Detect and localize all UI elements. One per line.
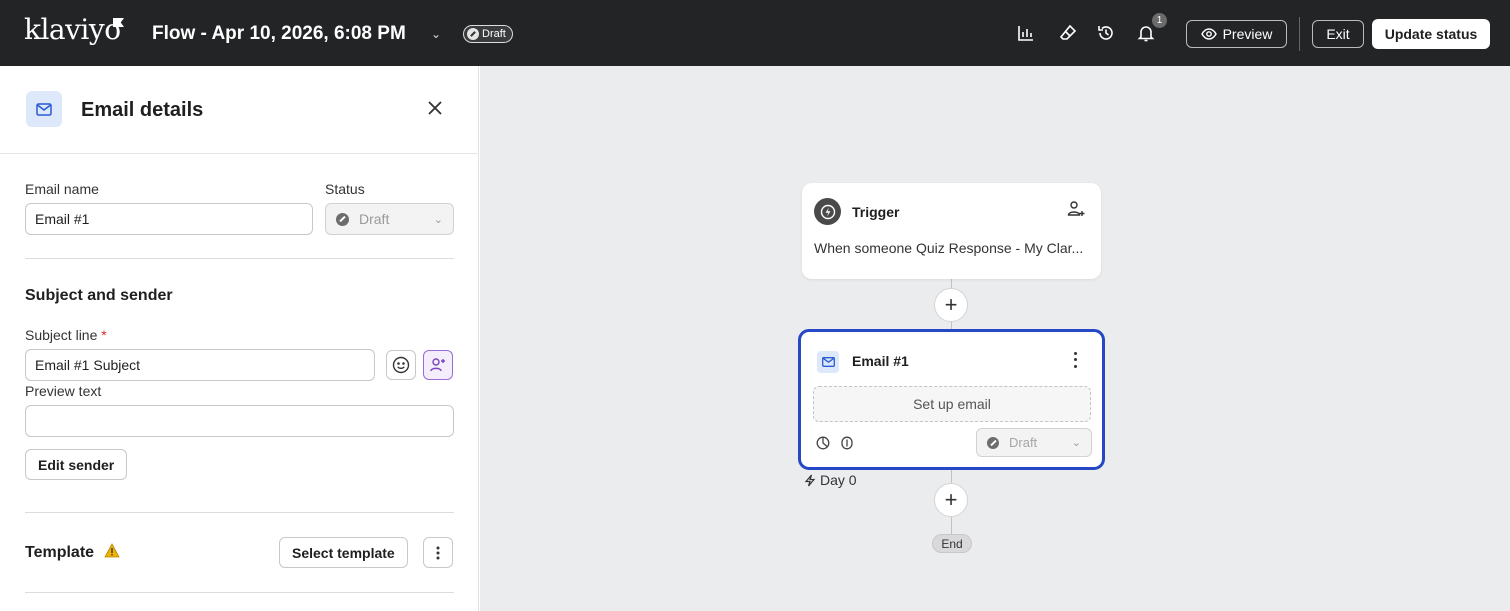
klaviyo-logo[interactable]: klaviyo	[24, 13, 121, 46]
exit-button[interactable]: Exit	[1312, 20, 1364, 48]
preview-button[interactable]: Preview	[1186, 20, 1287, 48]
preview-text-label: Preview text	[25, 383, 102, 399]
update-status-button[interactable]: Update status	[1372, 19, 1490, 49]
emoji-icon	[392, 356, 410, 374]
ai-personalize-button[interactable]	[423, 350, 453, 380]
top-bar: klaviyo Flow - Apr 10, 2026, 6:08 PM ⌄ D…	[0, 0, 1510, 66]
emoji-button[interactable]	[386, 350, 416, 380]
delay-text: Day 0	[820, 472, 857, 488]
eraser-icon[interactable]	[1058, 23, 1078, 43]
subject-line-input[interactable]: Email #1 Subject	[25, 349, 375, 381]
email-icon	[817, 351, 839, 373]
analytics-icon[interactable]	[1016, 23, 1036, 43]
add-step-button[interactable]: +	[934, 288, 968, 322]
eye-icon	[1200, 28, 1217, 40]
panel-header: Email details	[0, 66, 478, 154]
required-mark: *	[101, 327, 107, 343]
notification-bell-icon[interactable]	[1136, 23, 1156, 43]
email-node[interactable]: Email #1 Set up email Draft ⌄	[798, 329, 1105, 470]
status-select-value: Draft	[359, 211, 390, 227]
toolbar-divider	[1299, 17, 1300, 51]
warning-icon	[104, 543, 120, 558]
divider	[25, 258, 454, 259]
analytics-chart-icon[interactable]	[816, 436, 830, 450]
email-name-input[interactable]: Email #1	[25, 203, 313, 235]
edit-sender-button[interactable]: Edit sender	[25, 449, 128, 480]
preview-text-input[interactable]	[25, 405, 454, 437]
notification-count-badge: 1	[1152, 13, 1167, 28]
status-select[interactable]: Draft ⌄	[325, 203, 454, 235]
delay-label: Day 0	[804, 472, 857, 488]
add-user-icon[interactable]	[1066, 199, 1086, 219]
preview-button-label: Preview	[1222, 26, 1273, 42]
email-icon	[26, 91, 62, 127]
subject-line-label: Subject line *	[25, 327, 107, 343]
email-status-value: Draft	[1009, 435, 1038, 450]
status-label: Status	[325, 181, 365, 197]
flow-status-text: Draft	[482, 28, 506, 40]
divider	[25, 592, 454, 593]
draft-icon	[987, 436, 999, 449]
chevron-down-icon[interactable]: ⌄	[431, 27, 441, 41]
subject-sender-title: Subject and sender	[25, 287, 173, 304]
template-title: Template	[25, 544, 95, 561]
divider	[25, 512, 454, 513]
subject-line-label-text: Subject line	[25, 327, 98, 343]
flow-status-badge: Draft	[463, 25, 513, 43]
panel-title: Email details	[81, 99, 204, 121]
email-status-select[interactable]: Draft ⌄	[976, 428, 1092, 457]
lightning-icon	[814, 198, 841, 225]
email-name-label: Email name	[25, 181, 99, 197]
set-up-email-button[interactable]: Set up email	[813, 386, 1091, 422]
ab-test-icon[interactable]	[840, 436, 854, 450]
trigger-node[interactable]: Trigger When someone Quiz Response - My …	[802, 183, 1101, 279]
close-icon[interactable]	[424, 97, 446, 119]
chevron-down-icon: ⌄	[433, 213, 443, 226]
end-marker: End	[932, 534, 972, 553]
flow-title[interactable]: Flow - Apr 10, 2026, 6:08 PM	[152, 23, 406, 45]
trigger-title: Trigger	[852, 204, 900, 220]
template-more-button[interactable]	[423, 537, 453, 568]
trigger-description: When someone Quiz Response - My Clar...	[814, 240, 1084, 256]
more-vertical-icon[interactable]	[1067, 350, 1083, 370]
draft-icon	[336, 212, 349, 226]
add-step-button[interactable]: +	[934, 483, 968, 517]
chevron-down-icon: ⌄	[1071, 437, 1081, 449]
more-vertical-icon	[436, 546, 440, 559]
email-node-title: Email #1	[852, 353, 909, 369]
lightning-icon	[804, 474, 816, 486]
history-icon[interactable]	[1096, 23, 1116, 43]
logo-flag-icon	[113, 18, 124, 27]
ai-user-icon	[430, 358, 445, 372]
draft-icon	[467, 28, 479, 40]
select-template-button[interactable]: Select template	[279, 537, 408, 568]
